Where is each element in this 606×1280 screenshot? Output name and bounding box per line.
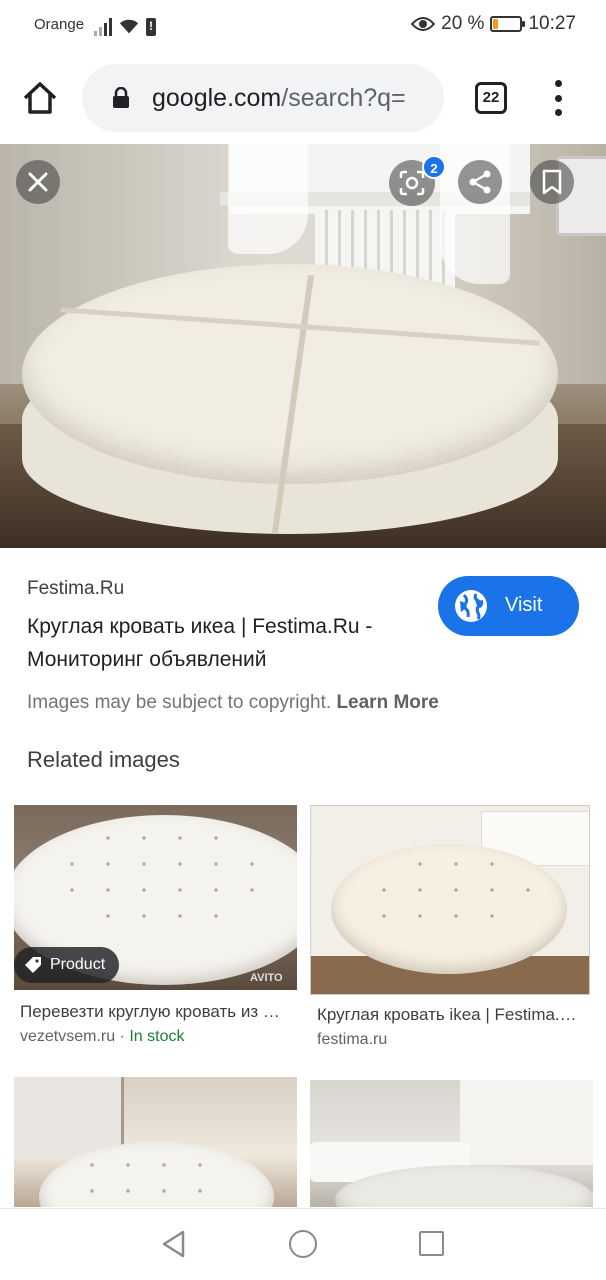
related-image-4[interactable]	[310, 1080, 593, 1207]
home-nav-icon[interactable]	[289, 1230, 317, 1258]
related-image-2[interactable]	[310, 805, 590, 995]
related-source-1: vezetvsem.ru · In stock	[20, 1028, 185, 1046]
wifi-icon	[119, 19, 139, 34]
globe-icon	[455, 590, 487, 622]
url-domain: google.com	[152, 84, 282, 112]
url-text: google.com/search?q=	[152, 84, 406, 113]
carrier-label: Orange	[34, 16, 85, 33]
battery-level	[493, 19, 499, 29]
learn-more-link[interactable]: Learn More	[336, 692, 438, 713]
product-chip-label: Product	[50, 956, 106, 973]
watermark: AVITO	[250, 972, 283, 984]
system-nav-bar	[0, 1208, 606, 1280]
home-icon[interactable]	[20, 78, 60, 118]
eye-icon	[411, 17, 436, 31]
url-bar[interactable]: google.com/search?q=	[82, 64, 444, 132]
tag-icon	[25, 957, 41, 973]
url-path: /search?q=	[281, 84, 406, 112]
related-title-2[interactable]: Круглая кровать ikea | Festima.Ru	[317, 1005, 577, 1025]
close-icon[interactable]	[16, 160, 60, 204]
sim-alert-icon	[146, 18, 156, 36]
signal-icon	[94, 16, 112, 36]
recents-icon[interactable]	[419, 1231, 444, 1256]
clock: 10:27	[528, 13, 576, 34]
back-icon[interactable]	[160, 1229, 188, 1259]
related-domain-1: vezetvsem.ru	[20, 1028, 116, 1045]
separator: ·	[115, 1028, 130, 1045]
status-icons	[94, 14, 156, 36]
battery-percent: 20 %	[441, 13, 485, 34]
battery-icon	[490, 16, 526, 32]
product-chip: Product	[14, 947, 120, 983]
status-bar: Orange 20 % 10:27	[0, 0, 606, 52]
related-source-2: festima.ru	[317, 1031, 388, 1048]
lens-badge: 2	[422, 155, 446, 179]
bookmark-icon[interactable]	[530, 160, 574, 204]
main-image[interactable]	[0, 144, 606, 548]
related-title-1[interactable]: Перевезти круглую кровать из Икеа	[20, 1002, 292, 1022]
lock-icon	[113, 87, 129, 108]
visit-button[interactable]: Visit	[438, 576, 579, 636]
more-vert-icon[interactable]	[548, 80, 568, 116]
browser-toolbar: google.com/search?q= 22	[0, 52, 606, 144]
related-images-heading: Related images	[27, 747, 180, 772]
tab-switcher-button[interactable]: 22	[475, 82, 507, 114]
result-title[interactable]: Круглая кровать икеа | Festima.Ru - Мони…	[27, 610, 427, 676]
share-icon[interactable]	[458, 160, 502, 204]
copyright-text: Images may be subject to copyright.	[27, 692, 332, 713]
status-right: 20 % 10:27	[411, 13, 576, 35]
related-image-3[interactable]	[14, 1077, 297, 1207]
source-name[interactable]: Festima.Ru	[27, 578, 124, 600]
visit-label: Visit	[505, 594, 543, 616]
stock-status: In stock	[129, 1028, 185, 1045]
copyright-notice: Images may be subject to copyright. Lear…	[27, 692, 439, 714]
